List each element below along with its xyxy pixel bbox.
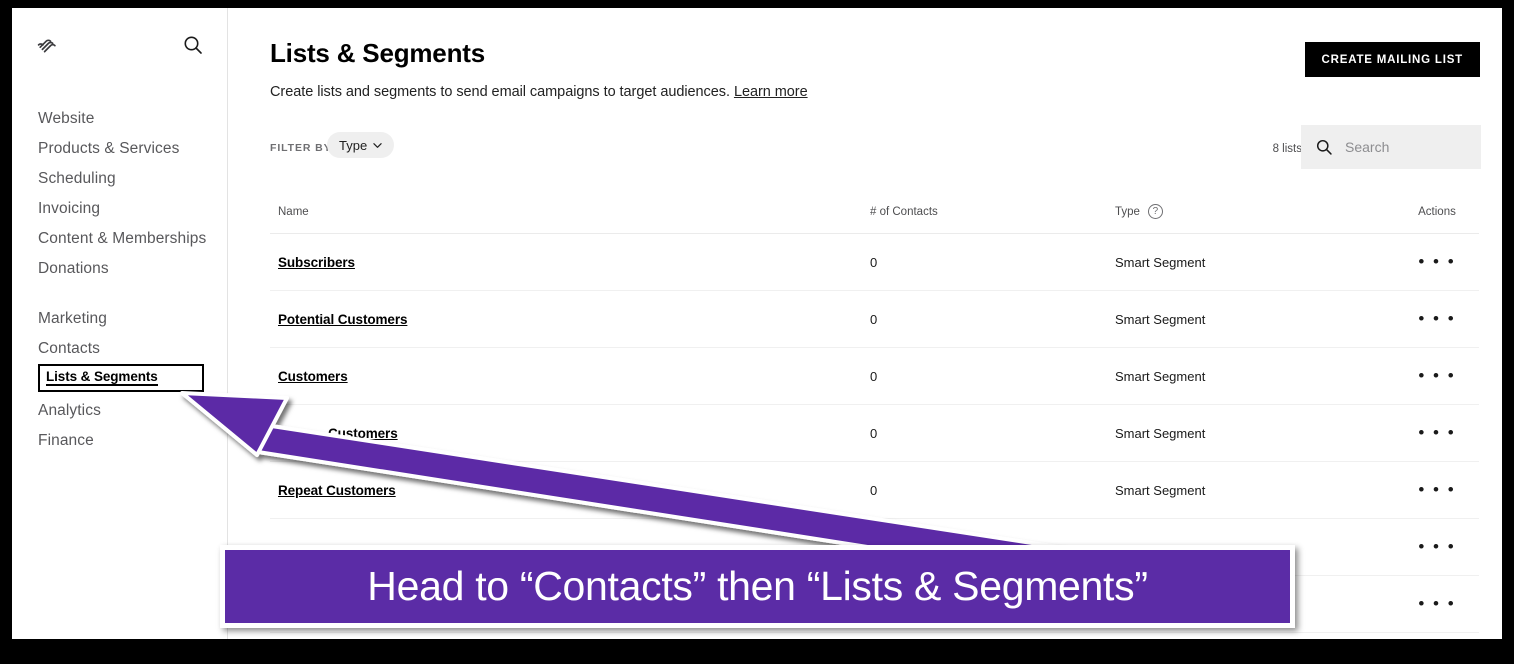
list-name-link[interactable]: Customers	[278, 369, 348, 384]
sidebar-divider	[12, 284, 228, 304]
filter-type-label: Type	[339, 137, 368, 153]
annotation-banner: Head to “Contacts” then “Lists & Segment…	[220, 545, 1295, 628]
sidebar-item-label: Invoicing	[38, 200, 101, 217]
search-icon[interactable]	[182, 34, 204, 56]
column-header-type-label: Type	[1115, 205, 1140, 218]
cell-contacts: 0	[870, 425, 878, 441]
lists-count: 8 lists	[1272, 143, 1302, 155]
filter-by-label: FILTER BY	[270, 142, 332, 154]
column-header-type: Type ?	[1115, 204, 1395, 219]
filter-type-dropdown[interactable]: Type	[327, 132, 395, 158]
list-name-link[interactable]: Subscribers	[278, 255, 355, 270]
page-subtitle: Create lists and segments to send email …	[270, 84, 808, 100]
row-actions-button[interactable]: • • •	[1418, 252, 1455, 271]
sidebar-item-label: Finance	[38, 432, 94, 449]
sidebar-item-label: Donations	[38, 260, 109, 277]
learn-more-link[interactable]: Learn more	[734, 84, 808, 100]
annotation-banner-text: Head to “Contacts” then “Lists & Segment…	[367, 563, 1148, 609]
table-row: Customers 0 Smart Segment • • •	[270, 348, 1479, 405]
create-mailing-list-button[interactable]: CREATE MAILING LIST	[1304, 42, 1480, 77]
sidebar-item-label: Analytics	[38, 402, 101, 419]
search-icon	[1316, 139, 1332, 155]
search-input[interactable]: Search	[1301, 125, 1481, 169]
sidebar-item-donations[interactable]: Donations	[12, 254, 228, 284]
sidebar-item-lists-segments[interactable]: Lists & Segments	[38, 364, 204, 392]
row-actions-button[interactable]: • • •	[1418, 423, 1455, 442]
cell-type: Smart Segment	[1115, 482, 1206, 498]
cell-contacts: 0	[870, 368, 878, 384]
sidebar-item-website[interactable]: Website	[12, 104, 228, 134]
row-actions-button[interactable]: • • •	[1418, 594, 1455, 613]
chevron-down-icon	[373, 142, 382, 148]
cell-contacts: 0	[870, 482, 878, 498]
sidebar-item-finance[interactable]: Finance	[12, 426, 228, 456]
sidebar-item-label: Lists & Segments	[46, 370, 158, 387]
sidebar-header	[12, 8, 228, 70]
table-header-row: Name # of Contacts Type ? Actions	[270, 190, 1479, 234]
row-actions-button[interactable]: • • •	[1418, 537, 1455, 556]
column-header-contacts: # of Contacts	[870, 205, 938, 218]
sidebar-item-label: Contacts	[38, 340, 100, 357]
sidebar-item-scheduling[interactable]: Scheduling	[12, 164, 228, 194]
sidebar-item-label: Products & Services	[38, 140, 180, 157]
column-header-name: Name	[278, 205, 309, 218]
list-name-link[interactable]: Repeat Customers	[278, 483, 396, 498]
cell-type: Smart Segment	[1115, 425, 1206, 441]
column-header-actions: Actions	[1418, 205, 1456, 218]
cell-type: Smart Segment	[1115, 368, 1206, 384]
sidebar-item-label: Marketing	[38, 310, 107, 327]
cell-contacts: 0	[870, 311, 878, 327]
list-name-link[interactable]: Customers	[328, 426, 398, 441]
table-row: Potential Customers 0 Smart Segment • • …	[270, 291, 1479, 348]
row-actions-button[interactable]: • • •	[1418, 480, 1455, 499]
cell-type: Smart Segment	[1115, 254, 1206, 270]
sidebar: Website Products & Services Scheduling I…	[12, 8, 228, 639]
cell-contacts: 0	[870, 254, 878, 270]
sidebar-item-contacts[interactable]: Contacts	[12, 334, 228, 364]
cell-type: Smart Segment	[1115, 311, 1206, 327]
sidebar-item-content-memberships[interactable]: Content & Memberships	[12, 224, 228, 254]
table-row: Repeat Customers 0 Smart Segment • • •	[270, 462, 1479, 519]
sidebar-item-label: Scheduling	[38, 170, 116, 187]
sidebar-item-invoicing[interactable]: Invoicing	[12, 194, 228, 224]
sidebar-item-label: Content & Memberships	[38, 230, 207, 247]
sidebar-item-products-services[interactable]: Products & Services	[12, 134, 228, 164]
squarespace-logo-icon	[37, 39, 56, 53]
table-row: Customers 0 Smart Segment • • •	[270, 405, 1479, 462]
list-name-link[interactable]: Potential Customers	[278, 312, 407, 327]
question-mark-icon[interactable]: ?	[1147, 204, 1163, 219]
page-subtitle-text: Create lists and segments to send email …	[270, 84, 730, 100]
table-row: Subscribers 0 Smart Segment • • •	[270, 234, 1479, 291]
sidebar-nav: Website Products & Services Scheduling I…	[12, 104, 228, 456]
sidebar-item-label: Website	[38, 110, 95, 127]
row-actions-button[interactable]: • • •	[1418, 366, 1455, 385]
sidebar-item-marketing[interactable]: Marketing	[12, 304, 228, 334]
search-placeholder: Search	[1345, 139, 1390, 155]
sidebar-item-analytics[interactable]: Analytics	[12, 396, 228, 426]
page-title: Lists & Segments	[270, 38, 485, 68]
row-actions-button[interactable]: • • •	[1418, 309, 1455, 328]
